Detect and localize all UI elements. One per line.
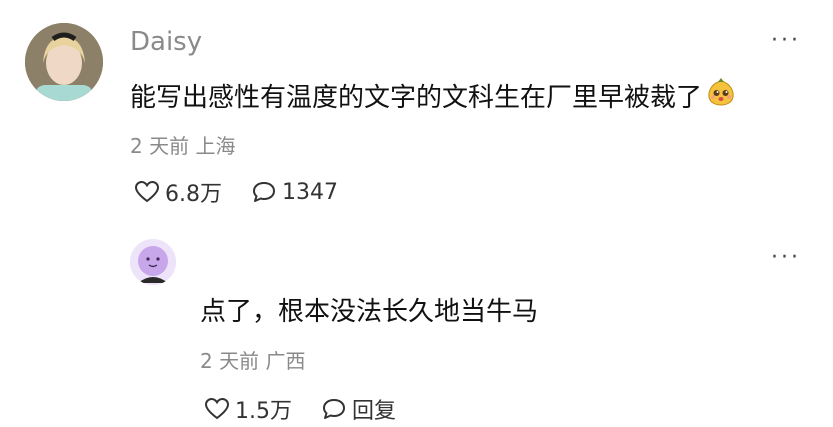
comment-meta: 2 天前 上海 — [130, 134, 236, 158]
like-button[interactable]: 6.8万 — [135, 176, 222, 208]
comment-text: 能写出感性有温度的文字的文科生在厂里早被裁了 — [130, 83, 703, 113]
comment-actions: 6.8万 1347 — [135, 176, 368, 208]
reply-button[interactable]: 回复 — [322, 393, 396, 425]
comment-body: 能写出感性有温度的文字的文科生在厂里早被裁了 — [130, 77, 736, 114]
like-count: 6.8万 — [165, 182, 222, 207]
user-avatar[interactable] — [25, 23, 103, 101]
more-dots-icon[interactable]: ··· — [771, 245, 801, 270]
reply-meta: 2 天前 广西 — [200, 349, 306, 373]
speech-bubble-icon — [252, 181, 276, 203]
comment-button[interactable]: 1347 — [252, 180, 338, 205]
reply-label: 回复 — [352, 399, 397, 424]
like-button[interactable]: 1.5万 — [205, 393, 292, 425]
like-count: 1.5万 — [235, 399, 292, 424]
username[interactable]: Daisy — [130, 27, 202, 57]
heart-outline-icon — [205, 398, 229, 420]
heart-outline-icon — [135, 181, 159, 203]
worried-chestnut-emoji — [706, 77, 736, 114]
reply-actions: 1.5万 回复 — [205, 393, 426, 425]
reply-count: 1347 — [282, 179, 338, 205]
reply-avatar[interactable] — [130, 239, 176, 285]
reply-text: 点了，根本没法长久地当牛马 — [200, 297, 539, 327]
speech-bubble-icon — [322, 398, 346, 420]
more-dots-icon[interactable]: ··· — [771, 28, 801, 53]
